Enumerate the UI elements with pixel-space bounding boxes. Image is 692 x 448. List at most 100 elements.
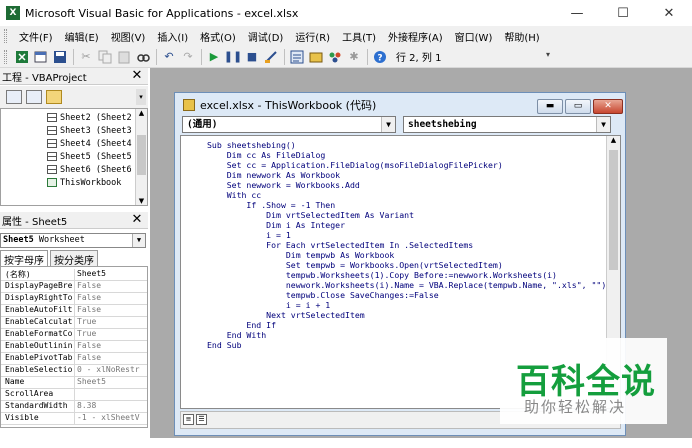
code-line[interactable]: i = 1: [207, 230, 291, 240]
tab-categorized[interactable]: 按分类序: [50, 250, 98, 267]
design-mode-icon[interactable]: [262, 48, 280, 66]
property-row[interactable]: Visible -1 - xlSheetV: [1, 413, 147, 425]
code-window-close-button[interactable]: ✕: [593, 99, 623, 114]
property-row[interactable]: EnableFormatCo True: [1, 329, 147, 341]
object-browser-icon[interactable]: [326, 48, 344, 66]
insert-module-icon[interactable]: [32, 48, 50, 66]
toggle-folders-icon[interactable]: [46, 90, 62, 104]
code-line[interactable]: With cc: [207, 190, 262, 200]
code-line[interactable]: For Each vrtSelectedItem In .SelectedIte…: [207, 240, 473, 250]
code-line[interactable]: Dim i As Integer: [207, 220, 345, 230]
code-line[interactable]: If .Show = -1 Then: [207, 200, 335, 210]
project-tree-scrollbar[interactable]: ▲ ▼: [135, 109, 147, 205]
copy-icon[interactable]: [96, 48, 114, 66]
object-combo[interactable]: (通用) ▼: [182, 116, 396, 133]
property-row[interactable]: EnableCalculat True: [1, 317, 147, 329]
menu-addins[interactable]: 外接程序(A): [382, 29, 449, 44]
redo-icon[interactable]: ↷: [179, 48, 197, 66]
tree-item-sheet2[interactable]: Sheet2 (Sheet2: [47, 111, 132, 124]
code-line[interactable]: Dim newwork As Workbook: [207, 170, 340, 180]
property-row[interactable]: EnableAutoFilt False: [1, 305, 147, 317]
project-explorer-icon[interactable]: [288, 48, 306, 66]
menu-debug[interactable]: 调试(D): [242, 29, 290, 44]
property-row[interactable]: EnableOutlinin False: [1, 341, 147, 353]
object-selector[interactable]: Sheet5 Worksheet ▼: [0, 233, 146, 248]
code-line[interactable]: End With: [207, 330, 266, 340]
tree-item-sheet4[interactable]: Sheet4 (Sheet4: [47, 137, 132, 150]
menu-edit[interactable]: 编辑(E): [59, 29, 105, 44]
tree-item-sheet5[interactable]: Sheet5 (Sheet5: [47, 150, 132, 163]
code-window-minimize-button[interactable]: ▬: [537, 99, 563, 114]
save-icon[interactable]: [51, 48, 69, 66]
toolbar-options-icon[interactable]: ▾: [546, 50, 556, 64]
code-line[interactable]: Dim cc As FileDialog: [207, 150, 326, 160]
view-code-icon[interactable]: [6, 90, 22, 104]
property-row[interactable]: DisplayPageBre False: [1, 281, 147, 293]
properties-panel-close-button[interactable]: ✕: [130, 213, 144, 227]
menu-run[interactable]: 运行(R): [289, 29, 336, 44]
code-line[interactable]: newwork.Worksheets(i).Name = VBA.Replace…: [207, 280, 606, 290]
menu-help[interactable]: 帮助(H): [498, 29, 545, 44]
menu-format[interactable]: 格式(O): [194, 29, 242, 44]
menu-window[interactable]: 窗口(W): [449, 29, 499, 44]
code-line[interactable]: End If: [207, 320, 276, 330]
menu-tools[interactable]: 工具(T): [336, 29, 382, 44]
property-row[interactable]: Name Sheet5: [1, 377, 147, 389]
code-line[interactable]: Set tempwb = Workbooks.Open(vrtSelectedI…: [207, 260, 503, 270]
break-icon[interactable]: ❚❚: [224, 48, 242, 66]
menu-insert[interactable]: 插入(I): [151, 29, 194, 44]
code-line[interactable]: tempwb.Worksheets(1).Copy Before:=newwor…: [207, 270, 557, 280]
code-line[interactable]: Sub sheetshebing(): [207, 140, 296, 150]
title-bar: X Microsoft Visual Basic for Application…: [0, 0, 692, 26]
code-line[interactable]: tempwb.Close SaveChanges:=False: [207, 290, 439, 300]
procedure-combo[interactable]: sheetshebing ▼: [403, 116, 611, 133]
view-object-icon[interactable]: [26, 90, 42, 104]
code-scroll-thumb[interactable]: [609, 150, 618, 270]
tree-item-sheet6[interactable]: Sheet6 (Sheet6: [47, 163, 132, 176]
code-line[interactable]: Dim tempwb As Workbook: [207, 250, 394, 260]
undo-icon[interactable]: ↶: [160, 48, 178, 66]
tree-item-thisworkbook[interactable]: ThisWorkbook: [47, 176, 121, 189]
code-line[interactable]: i = i + 1: [207, 300, 330, 310]
procedure-view-icon[interactable]: ≡: [183, 414, 194, 425]
help-icon[interactable]: ?: [371, 48, 389, 66]
code-line[interactable]: Set cc = Application.FileDialog(msoFileD…: [207, 160, 503, 170]
maximize-button[interactable]: ☐: [600, 0, 646, 26]
paste-icon[interactable]: [115, 48, 133, 66]
reset-icon[interactable]: ■: [243, 48, 261, 66]
minimize-button[interactable]: —: [554, 0, 600, 26]
property-row[interactable]: ScrollArea: [1, 389, 147, 401]
menu-file[interactable]: 文件(F): [13, 29, 59, 44]
property-row[interactable]: StandardWidth 8.38: [1, 401, 147, 413]
code-line[interactable]: Next vrtSelectedItem: [207, 310, 365, 320]
run-icon[interactable]: ▶: [205, 48, 223, 66]
cursor-position: 行 2, 列 1: [396, 53, 442, 64]
menu-view[interactable]: 视图(V): [105, 29, 152, 44]
menubar-grip[interactable]: [4, 29, 7, 43]
property-row[interactable]: (名称) Sheet5: [1, 269, 147, 281]
cut-icon[interactable]: ✂: [77, 48, 95, 66]
excel-icon[interactable]: [13, 48, 31, 66]
code-line[interactable]: Set newwork = Workbooks.Add: [207, 180, 360, 190]
code-line[interactable]: End Sub: [207, 340, 242, 350]
property-row[interactable]: DisplayRightTo False: [1, 293, 147, 305]
code-line[interactable]: Dim vrtSelectedItem As Variant: [207, 210, 414, 220]
tab-alphabetic[interactable]: 按字母序: [0, 250, 48, 267]
project-panel-close-button[interactable]: ✕: [130, 69, 144, 83]
worksheet-icon: [47, 113, 57, 122]
full-module-view-icon[interactable]: ☰: [196, 414, 207, 425]
property-row[interactable]: EnableSelectio 0 - xlNoRestr: [1, 365, 147, 377]
tree-item-sheet3[interactable]: Sheet3 (Sheet3: [47, 124, 132, 137]
chevron-down-icon[interactable]: ▼: [132, 234, 145, 247]
chevron-down-icon[interactable]: ▼: [596, 117, 610, 132]
close-button[interactable]: ✕: [646, 0, 692, 26]
chevron-up-icon[interactable]: ▲: [607, 136, 620, 144]
find-icon[interactable]: [134, 48, 152, 66]
chevron-down-icon[interactable]: ▼: [381, 117, 395, 132]
properties-icon[interactable]: [307, 48, 325, 66]
project-toolbar-scroll[interactable]: ▾: [136, 89, 146, 105]
property-row[interactable]: EnablePivotTab False: [1, 353, 147, 365]
toolbox-icon[interactable]: ✱: [345, 48, 363, 66]
toolbar-grip[interactable]: [4, 49, 7, 64]
code-window-restore-button[interactable]: ▭: [565, 99, 591, 114]
